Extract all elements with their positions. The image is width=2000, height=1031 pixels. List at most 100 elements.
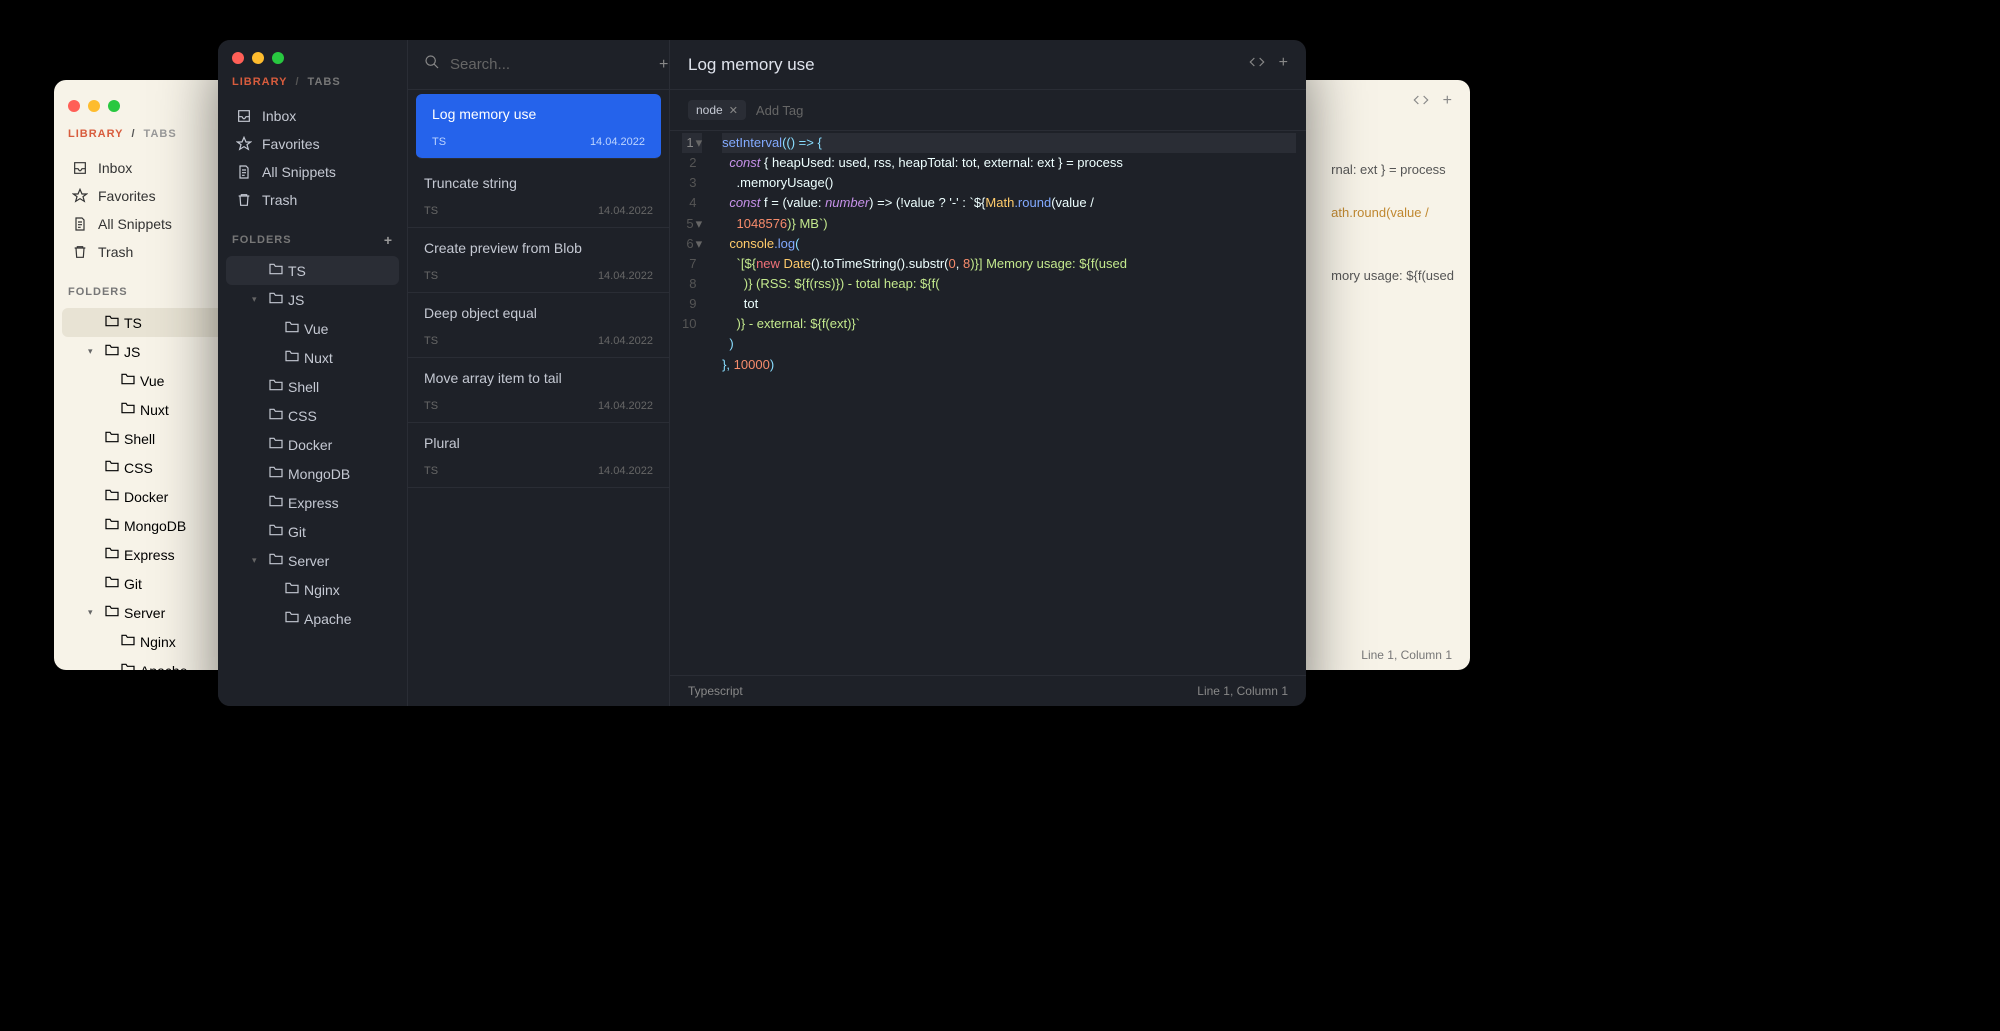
search-row: + — [408, 40, 669, 90]
folder-label: MongoDB — [288, 466, 350, 482]
search-input[interactable] — [450, 56, 649, 73]
folder-item-css[interactable]: CSS — [226, 401, 399, 430]
folder-label: Server — [288, 553, 329, 569]
folder-icon — [284, 580, 298, 599]
folder-label: TS — [124, 315, 142, 331]
nav-label: All Snippets — [262, 164, 336, 180]
folder-icon — [268, 435, 282, 454]
folder-icon — [268, 522, 282, 541]
folder-label: Nginx — [304, 582, 340, 598]
snippet-item[interactable]: Log memory useTS14.04.2022 — [416, 94, 661, 159]
folder-item-nginx[interactable]: Nginx — [226, 575, 399, 604]
folder-item-git[interactable]: Git — [226, 517, 399, 546]
add-tag-button[interactable]: Add Tag — [756, 103, 803, 118]
folder-label: Nginx — [140, 634, 176, 650]
maximize-button[interactable] — [272, 52, 284, 64]
minimize-button[interactable] — [252, 52, 264, 64]
nav-label: Inbox — [262, 108, 296, 124]
status-cursor: Line 1, Column 1 — [1197, 684, 1288, 698]
chevron-icon: ▾ — [252, 294, 262, 305]
folder-icon — [120, 632, 134, 651]
snippet-date: 14.04.2022 — [598, 465, 653, 477]
code-icon[interactable] — [1413, 92, 1429, 113]
nav-all-snippets[interactable]: All Snippets — [226, 158, 399, 186]
snippet-lang: TS — [432, 136, 446, 148]
folder-item-apache[interactable]: Apache — [226, 604, 399, 633]
folder-icon — [268, 406, 282, 425]
nav-label: Trash — [262, 192, 297, 208]
close-button[interactable] — [232, 52, 244, 64]
nav-label: Inbox — [98, 160, 132, 176]
breadcrumb-tabs[interactable]: TABS — [144, 128, 177, 140]
inbox-icon — [236, 108, 252, 124]
nav-favorites[interactable]: Favorites — [226, 130, 399, 158]
code-icon[interactable] — [1249, 54, 1265, 75]
minimize-button[interactable] — [88, 100, 100, 112]
snippet-item-title: Move array item to tail — [424, 370, 653, 386]
line-number: 1▾ — [682, 133, 702, 153]
folder-label: Vue — [140, 373, 164, 389]
snippet-item-title: Create preview from Blob — [424, 240, 653, 256]
editor-header: Log memory use + — [670, 40, 1306, 90]
folder-label: Nuxt — [140, 402, 169, 418]
status-language[interactable]: Typescript — [688, 684, 743, 698]
breadcrumb-library[interactable]: LIBRARY — [232, 76, 287, 88]
folder-label: CSS — [124, 460, 153, 476]
folder-icon — [120, 661, 134, 670]
folder-item-mongodb[interactable]: MongoDB — [226, 459, 399, 488]
remove-tag-icon[interactable]: ✕ — [729, 104, 738, 117]
folder-item-express[interactable]: Express — [226, 488, 399, 517]
nav-inbox[interactable]: Inbox — [226, 102, 399, 130]
folder-item-js[interactable]: ▾JS — [226, 285, 399, 314]
folder-icon — [104, 429, 118, 448]
line-number: 5▾ — [682, 214, 702, 234]
folder-icon — [120, 371, 134, 390]
snippet-date: 14.04.2022 — [598, 270, 653, 282]
folder-label: Shell — [124, 431, 155, 447]
folder-item-ts[interactable]: TS — [226, 256, 399, 285]
add-snippet-button[interactable]: + — [659, 56, 668, 74]
folder-item-nuxt[interactable]: Nuxt — [226, 343, 399, 372]
folder-icon — [120, 400, 134, 419]
line-number: 10 — [682, 314, 702, 334]
maximize-button[interactable] — [108, 100, 120, 112]
tag-label: node — [696, 103, 723, 117]
breadcrumb-tabs[interactable]: TABS — [308, 76, 341, 88]
folder-item-shell[interactable]: Shell — [226, 372, 399, 401]
code-content[interactable]: setInterval(() => { const { heapUsed: us… — [712, 131, 1306, 675]
folder-label: Server — [124, 605, 165, 621]
folder-item-server[interactable]: ▾Server — [226, 546, 399, 575]
peek-line: ath.round(value / — [1331, 205, 1429, 220]
code-editor[interactable]: 1▾2 3 4 5▾6▾7 8 9 10 setInterval(() => {… — [670, 131, 1306, 675]
plus-icon[interactable]: + — [1443, 92, 1452, 113]
close-button[interactable] — [68, 100, 80, 112]
tag-chip[interactable]: node ✕ — [688, 100, 746, 120]
line-number: 4 — [682, 193, 702, 213]
line-number: 3 — [682, 173, 702, 193]
folder-item-vue[interactable]: Vue — [226, 314, 399, 343]
folder-label: Apache — [304, 611, 351, 627]
nav-trash[interactable]: Trash — [226, 186, 399, 214]
breadcrumb-library[interactable]: LIBRARY — [68, 128, 123, 140]
snippet-lang: TS — [424, 205, 438, 217]
plus-icon[interactable]: + — [1279, 54, 1288, 75]
folder-label: Git — [288, 524, 306, 540]
folder-icon — [104, 487, 118, 506]
snippet-item[interactable]: Move array item to tailTS14.04.2022 — [408, 358, 669, 423]
snippet-item[interactable]: Truncate stringTS14.04.2022 — [408, 163, 669, 228]
chevron-icon: ▾ — [88, 607, 98, 618]
line-number: 6▾ — [682, 234, 702, 254]
add-folder-button[interactable]: + — [384, 232, 393, 248]
gutter: 1▾2 3 4 5▾6▾7 8 9 10 — [670, 131, 712, 675]
line-number: 7 — [682, 254, 702, 274]
trash-icon — [72, 244, 88, 260]
folder-label: Docker — [288, 437, 332, 453]
snippet-item-title: Truncate string — [424, 175, 653, 191]
snippet-title[interactable]: Log memory use — [688, 55, 815, 75]
snippet-item[interactable]: Create preview from BlobTS14.04.2022 — [408, 228, 669, 293]
folder-item-docker[interactable]: Docker — [226, 430, 399, 459]
snippet-list: Log memory useTS14.04.2022 Truncate strin… — [408, 90, 669, 706]
snippet-date: 14.04.2022 — [598, 400, 653, 412]
snippet-item[interactable]: PluralTS14.04.2022 — [408, 423, 669, 488]
snippet-item[interactable]: Deep object equalTS14.04.2022 — [408, 293, 669, 358]
